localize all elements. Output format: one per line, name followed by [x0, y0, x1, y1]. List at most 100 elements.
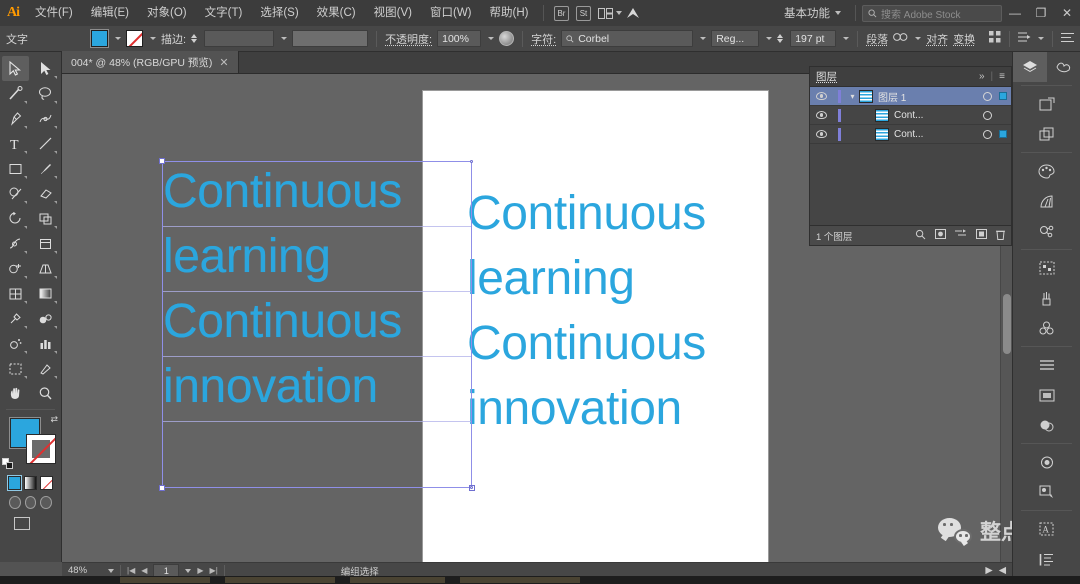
sublayer-visibility-toggle[interactable] — [810, 111, 832, 119]
character-label[interactable]: 字符: — [531, 31, 556, 47]
symbol-sprayer-tool[interactable] — [2, 331, 29, 356]
gradient-tool[interactable] — [33, 281, 60, 306]
scrollbar-thumb[interactable] — [1003, 294, 1011, 354]
sublayer2-lock-toggle[interactable] — [832, 127, 846, 141]
stroke-weight-stepper[interactable] — [191, 34, 198, 43]
new-layer-icon[interactable] — [976, 229, 987, 242]
recolor-artwork-icon[interactable] — [499, 31, 515, 46]
fill-color-swatch[interactable] — [90, 29, 109, 48]
image-trace-panel-icon[interactable] — [1030, 253, 1064, 283]
stroke-profile-select[interactable] — [292, 30, 369, 47]
shape-builder-tool[interactable] — [2, 256, 29, 281]
artboard-nav-first[interactable]: |◀ — [127, 566, 135, 575]
font-family-chevron-down-icon[interactable] — [700, 37, 707, 40]
sublayer2-target-icon[interactable] — [979, 129, 995, 139]
artboard-nav-prev[interactable]: ◀ — [141, 566, 147, 575]
sublayer-target-icon[interactable] — [979, 110, 995, 120]
appearance-panel-icon[interactable] — [1030, 477, 1064, 507]
eraser-tool[interactable] — [33, 181, 60, 206]
menu-view[interactable]: 视图(V) — [365, 0, 421, 26]
panel-menu-icon[interactable]: ≡ — [999, 71, 1005, 82]
sublayer-name[interactable]: Cont... — [894, 110, 979, 121]
document-tab[interactable]: 004* @ 48% (RGB/GPU 预览) ✕ — [62, 51, 239, 73]
menu-file[interactable]: 文件(F) — [26, 0, 82, 26]
font-family-select[interactable]: Corbel — [561, 30, 694, 47]
locate-object-icon[interactable] — [915, 229, 926, 243]
font-style-select[interactable]: Reg... — [711, 30, 760, 47]
free-transform-tool[interactable] — [33, 231, 60, 256]
layers-list[interactable]: ▾ 图层 1 Cont... Cont... — [810, 87, 1011, 225]
stock-search-field[interactable]: 搜索 Adobe Stock — [862, 4, 1002, 22]
workspace-switcher[interactable]: 基本功能 — [776, 5, 849, 21]
rectangle-tool[interactable] — [2, 156, 29, 181]
gradient-button[interactable] — [24, 476, 37, 490]
width-tool[interactable] — [2, 231, 29, 256]
artboard-tool[interactable] — [2, 356, 29, 381]
menu-select[interactable]: 选择(S) — [251, 0, 307, 26]
menu-edit[interactable]: 编辑(E) — [82, 0, 138, 26]
status-more-icon[interactable]: ◀ — [999, 565, 1006, 576]
selection-tool[interactable] — [2, 56, 29, 81]
selection-bounding-box[interactable] — [159, 158, 475, 491]
font-size-chevron-down-icon[interactable] — [843, 37, 850, 40]
artboards-panel-icon[interactable] — [1030, 89, 1064, 119]
make-mask-icon[interactable] — [935, 229, 946, 242]
menu-window[interactable]: 窗口(W) — [421, 0, 481, 26]
fill-chevron-down-icon[interactable] — [115, 37, 121, 40]
opacity-input[interactable]: 100% — [437, 30, 482, 47]
paragraph-chevron-down-icon[interactable] — [915, 37, 922, 40]
perspective-grid-tool[interactable] — [33, 256, 60, 281]
menu-effect[interactable]: 效果(C) — [308, 0, 365, 26]
layer-expand-chevron-down-icon[interactable]: ▾ — [846, 92, 859, 101]
lasso-tool[interactable] — [33, 81, 60, 106]
blend-tool[interactable] — [33, 306, 60, 331]
artboard-nav-next[interactable]: ▶ — [197, 566, 203, 575]
pen-tool[interactable] — [2, 106, 29, 131]
layers-panel-icon[interactable] — [1013, 52, 1047, 82]
draw-normal-icon[interactable] — [9, 496, 21, 509]
arrange-documents-icon[interactable] — [594, 4, 616, 22]
line-segment-tool[interactable] — [33, 131, 60, 156]
stroke-profile-chevron-down-icon[interactable] — [281, 37, 288, 40]
sublayer2-visibility-toggle[interactable] — [810, 130, 832, 138]
stock-promo-icon[interactable] — [622, 4, 644, 22]
window-restore-button[interactable]: ❐ — [1028, 0, 1054, 26]
paragraph-label[interactable]: 段落 — [866, 31, 888, 47]
anchor-top-right[interactable] — [470, 160, 473, 163]
default-fill-stroke-icon[interactable] — [2, 458, 14, 470]
sublayer2-selection-indicator[interactable] — [995, 130, 1011, 138]
status-play-icon[interactable]: ▶ — [985, 565, 992, 576]
stroke-color-swatch[interactable] — [126, 30, 143, 47]
draw-behind-icon[interactable] — [24, 496, 37, 509]
draw-inside-icon[interactable] — [40, 496, 53, 509]
color-guide-panel-icon[interactable] — [1030, 186, 1064, 216]
menu-object[interactable]: 对象(O) — [138, 0, 196, 26]
layers-panel[interactable]: 图层 » | ≡ ▾ 图层 1 Cont... Cont... 1 个图层 — [809, 66, 1012, 246]
color-panel-icon[interactable] — [1030, 156, 1064, 186]
zoom-chevron-down-icon[interactable] — [108, 568, 114, 573]
opacity-label[interactable]: 不透明度: — [385, 31, 432, 47]
window-minimize-button[interactable]: — — [1002, 0, 1028, 26]
character-panel-icon[interactable]: A — [1030, 514, 1064, 544]
transform-panel-icon[interactable] — [1030, 380, 1064, 410]
transform-label[interactable]: 变换 — [953, 31, 975, 47]
eyedropper-tool[interactable] — [2, 306, 29, 331]
stroke-weight-input[interactable] — [204, 30, 275, 47]
font-style-chevron-down-icon[interactable] — [766, 37, 773, 40]
curvature-tool[interactable] — [33, 106, 60, 131]
handle-bottom-left[interactable] — [159, 485, 165, 491]
layer-lock-toggle[interactable] — [832, 89, 846, 103]
window-close-button[interactable]: ✕ — [1054, 0, 1080, 26]
artboard-chevron-down-icon[interactable] — [185, 568, 192, 573]
paragraph-align-icon[interactable] — [893, 31, 908, 46]
shaper-tool[interactable] — [2, 181, 29, 206]
magic-wand-tool[interactable] — [2, 81, 29, 106]
transparency-panel-icon[interactable] — [1030, 410, 1064, 440]
artboard-nav-last[interactable]: ▶| — [210, 566, 218, 575]
zoom-level-value[interactable]: 48% — [68, 565, 102, 576]
mesh-tool[interactable] — [2, 281, 29, 306]
stock-icon[interactable]: St — [572, 4, 594, 22]
scale-tool[interactable] — [33, 206, 60, 231]
anchor-bottom-right[interactable] — [470, 486, 473, 489]
menu-help[interactable]: 帮助(H) — [481, 0, 538, 26]
